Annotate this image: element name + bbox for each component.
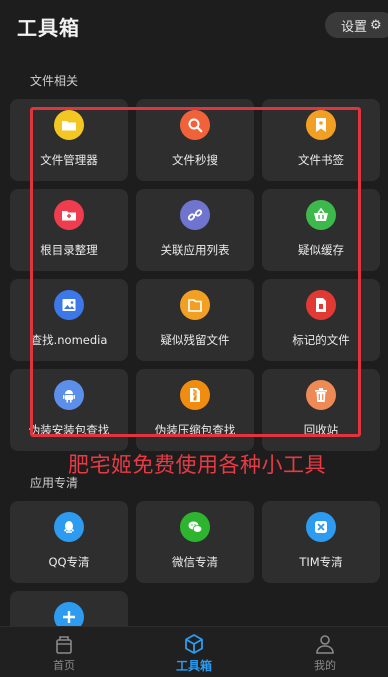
gear-icon: ⚙ <box>370 17 382 33</box>
tool-label: 文件秒搜 <box>172 153 218 167</box>
home-icon <box>53 633 75 655</box>
tool-linked-apps[interactable]: 关联应用列表 <box>136 189 254 271</box>
nav-label: 工具箱 <box>175 659 212 673</box>
tool-file-bookmark[interactable]: 文件书签 <box>262 99 380 181</box>
settings-button[interactable]: 设置 ⚙ <box>325 12 388 38</box>
tool-label: 根目录整理 <box>40 243 98 257</box>
tool-label: 文件管理器 <box>40 153 98 167</box>
tool-file-manager[interactable]: 文件管理器 <box>10 99 128 181</box>
tool-label: 查找.nomedia <box>30 333 108 347</box>
tool-label: 回收站 <box>303 423 339 437</box>
section-title-file: 文件相关 <box>30 74 79 88</box>
section-title-app: 应用专清 <box>30 476 79 490</box>
wechat-icon <box>180 512 210 542</box>
tool-wechat-clean[interactable]: 微信专清 <box>136 501 254 583</box>
nav-home[interactable]: 首页 <box>9 627 119 677</box>
tool-label: TIM专清 <box>299 555 343 569</box>
tool-label: 关联应用列表 <box>160 243 230 257</box>
tool-fake-apk-finder[interactable]: 伪装安装包查找 <box>10 369 128 451</box>
tool-fake-archive-finder[interactable]: 伪装压缩包查找 <box>136 369 254 451</box>
tool-label: 伪装压缩包查找 <box>154 423 236 437</box>
tool-label: 标记的文件 <box>292 333 350 347</box>
nav-mine[interactable]: 我的 <box>270 627 380 677</box>
basket-icon <box>306 200 336 230</box>
tim-icon <box>306 512 336 542</box>
promo-annotation: 肥宅姬免费使用各种小工具 <box>68 453 326 477</box>
folder-icon <box>54 200 84 230</box>
tool-label: 伪装安装包查找 <box>28 423 110 437</box>
tool-label: 疑似残留文件 <box>160 333 230 347</box>
tool-label: 疑似缓存 <box>298 243 344 257</box>
android-icon <box>54 380 84 410</box>
cube-icon <box>183 633 205 655</box>
marked-file-icon <box>306 290 336 320</box>
tool-find-nomedia[interactable]: 查找.nomedia <box>10 279 128 361</box>
tool-label: 微信专清 <box>172 555 218 569</box>
zip-icon <box>180 380 210 410</box>
top-bar: 工具箱 设置 ⚙ <box>0 0 388 52</box>
nav-label: 我的 <box>314 659 336 672</box>
nav-toolbox[interactable]: 工具箱 <box>139 627 249 677</box>
link-icon <box>180 200 210 230</box>
settings-label: 设置 <box>341 19 368 35</box>
tool-tim-clean[interactable]: TIM专清 <box>262 501 380 583</box>
user-icon <box>314 633 336 655</box>
bookmark-icon <box>306 110 336 140</box>
tool-marked-files[interactable]: 标记的文件 <box>262 279 380 361</box>
tool-recycle-bin[interactable]: 回收站 <box>262 369 380 451</box>
tool-root-organize[interactable]: 根目录整理 <box>10 189 128 271</box>
tool-qq-clean[interactable]: QQ专清 <box>10 501 128 583</box>
tool-label: QQ专清 <box>48 555 90 569</box>
bottom-nav: 首页 工具箱 我的 <box>0 626 388 677</box>
nav-label: 首页 <box>53 659 75 672</box>
page-title: 工具箱 <box>17 16 80 40</box>
tool-suspected-cache[interactable]: 疑似缓存 <box>262 189 380 271</box>
trash-icon <box>306 380 336 410</box>
tool-residual-files[interactable]: 疑似残留文件 <box>136 279 254 361</box>
tool-label: 文件书签 <box>298 153 344 167</box>
qq-icon <box>54 512 84 542</box>
file-icon <box>180 290 210 320</box>
image-icon <box>54 290 84 320</box>
search-icon <box>180 110 210 140</box>
folder-icon <box>54 110 84 140</box>
tool-file-search[interactable]: 文件秒搜 <box>136 99 254 181</box>
